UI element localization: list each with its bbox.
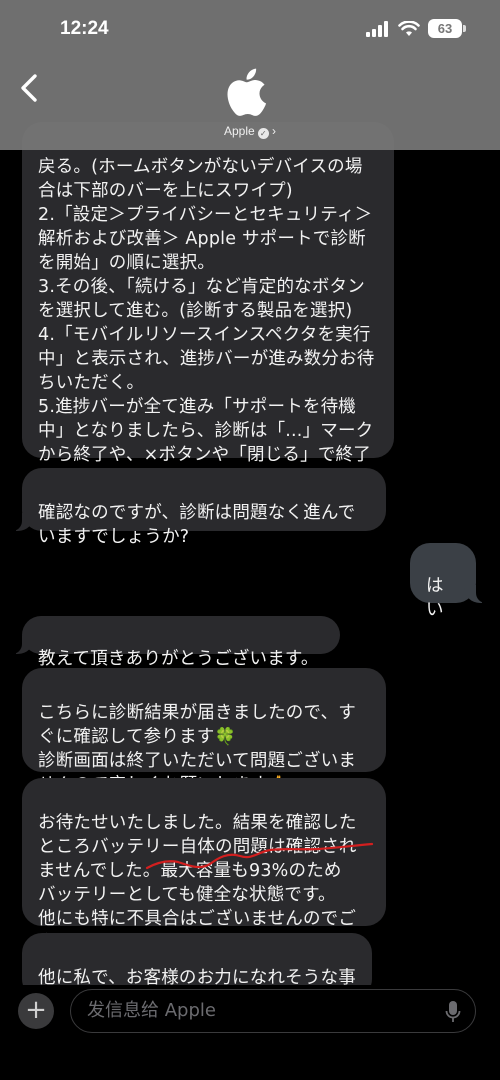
message-bubble-incoming[interactable]: 戻る。(ホームボタンがないデバイスの場合は下部のバーを上にスワイプ) 2.「設定…	[22, 122, 394, 489]
conversation-header: 12:24 63 Apple ✓ ›	[0, 0, 500, 150]
composer-bar: +	[0, 985, 500, 1080]
contact-name-button[interactable]: Apple ✓ ›	[0, 124, 500, 139]
chevron-right-icon: ›	[272, 124, 277, 138]
message-text: はい	[426, 576, 444, 620]
battery-indicator: 63	[428, 19, 466, 38]
message-field[interactable]	[70, 989, 476, 1033]
clover-emoji: 🍀	[214, 727, 236, 747]
wifi-icon	[398, 20, 420, 36]
apple-logo-icon[interactable]	[221, 62, 277, 122]
contact-name: Apple	[223, 124, 255, 138]
message-bubble-incoming[interactable]: 確認なのですが、診断は問題なく進んでいますでしょうか?	[12, 468, 386, 547]
message-bubble-outgoing[interactable]: はい	[410, 543, 486, 620]
message-bubble-incoming[interactable]: こちらに診断結果が届きましたので、すぐに確認して参ります🍀 診断画面は終了いただ…	[22, 668, 386, 795]
status-indicators: 63	[366, 19, 466, 38]
verified-badge-icon: ✓	[257, 128, 269, 139]
back-button[interactable]	[18, 72, 42, 104]
add-attachment-button[interactable]: +	[18, 993, 54, 1029]
message-bubble-incoming[interactable]: 他に私で、お客様のお力になれそうな事はございますか?	[22, 933, 372, 985]
microphone-icon[interactable]	[445, 1000, 461, 1024]
message-text: こちらに診断結果が届きましたので、すぐに確認して参ります	[38, 703, 356, 747]
status-time: 12:24	[60, 18, 109, 39]
message-text: 確認なのですが、診断は問題なく進んでいますでしょうか?	[38, 503, 356, 547]
message-text: 教えて頂きありがとうございます。	[38, 649, 319, 669]
message-text: 戻る。(ホームボタンがないデバイスの場合は下部のバーを上にスワイプ) 2.「設定…	[38, 157, 375, 489]
message-bubble-incoming[interactable]: お待たせいたしました。結果を確認したところバッテリー自体の問題は確認されませんで…	[22, 778, 386, 953]
highlighted-text: 最大容量も93%のため	[160, 861, 342, 881]
message-bubble-incoming[interactable]: 教えて頂きありがとうございます。	[12, 616, 340, 669]
cellular-signal-icon	[366, 20, 388, 37]
message-text: 他に私で、お客様のお力になれそうな事はございますか?	[38, 968, 356, 985]
message-input[interactable]	[87, 990, 427, 1031]
